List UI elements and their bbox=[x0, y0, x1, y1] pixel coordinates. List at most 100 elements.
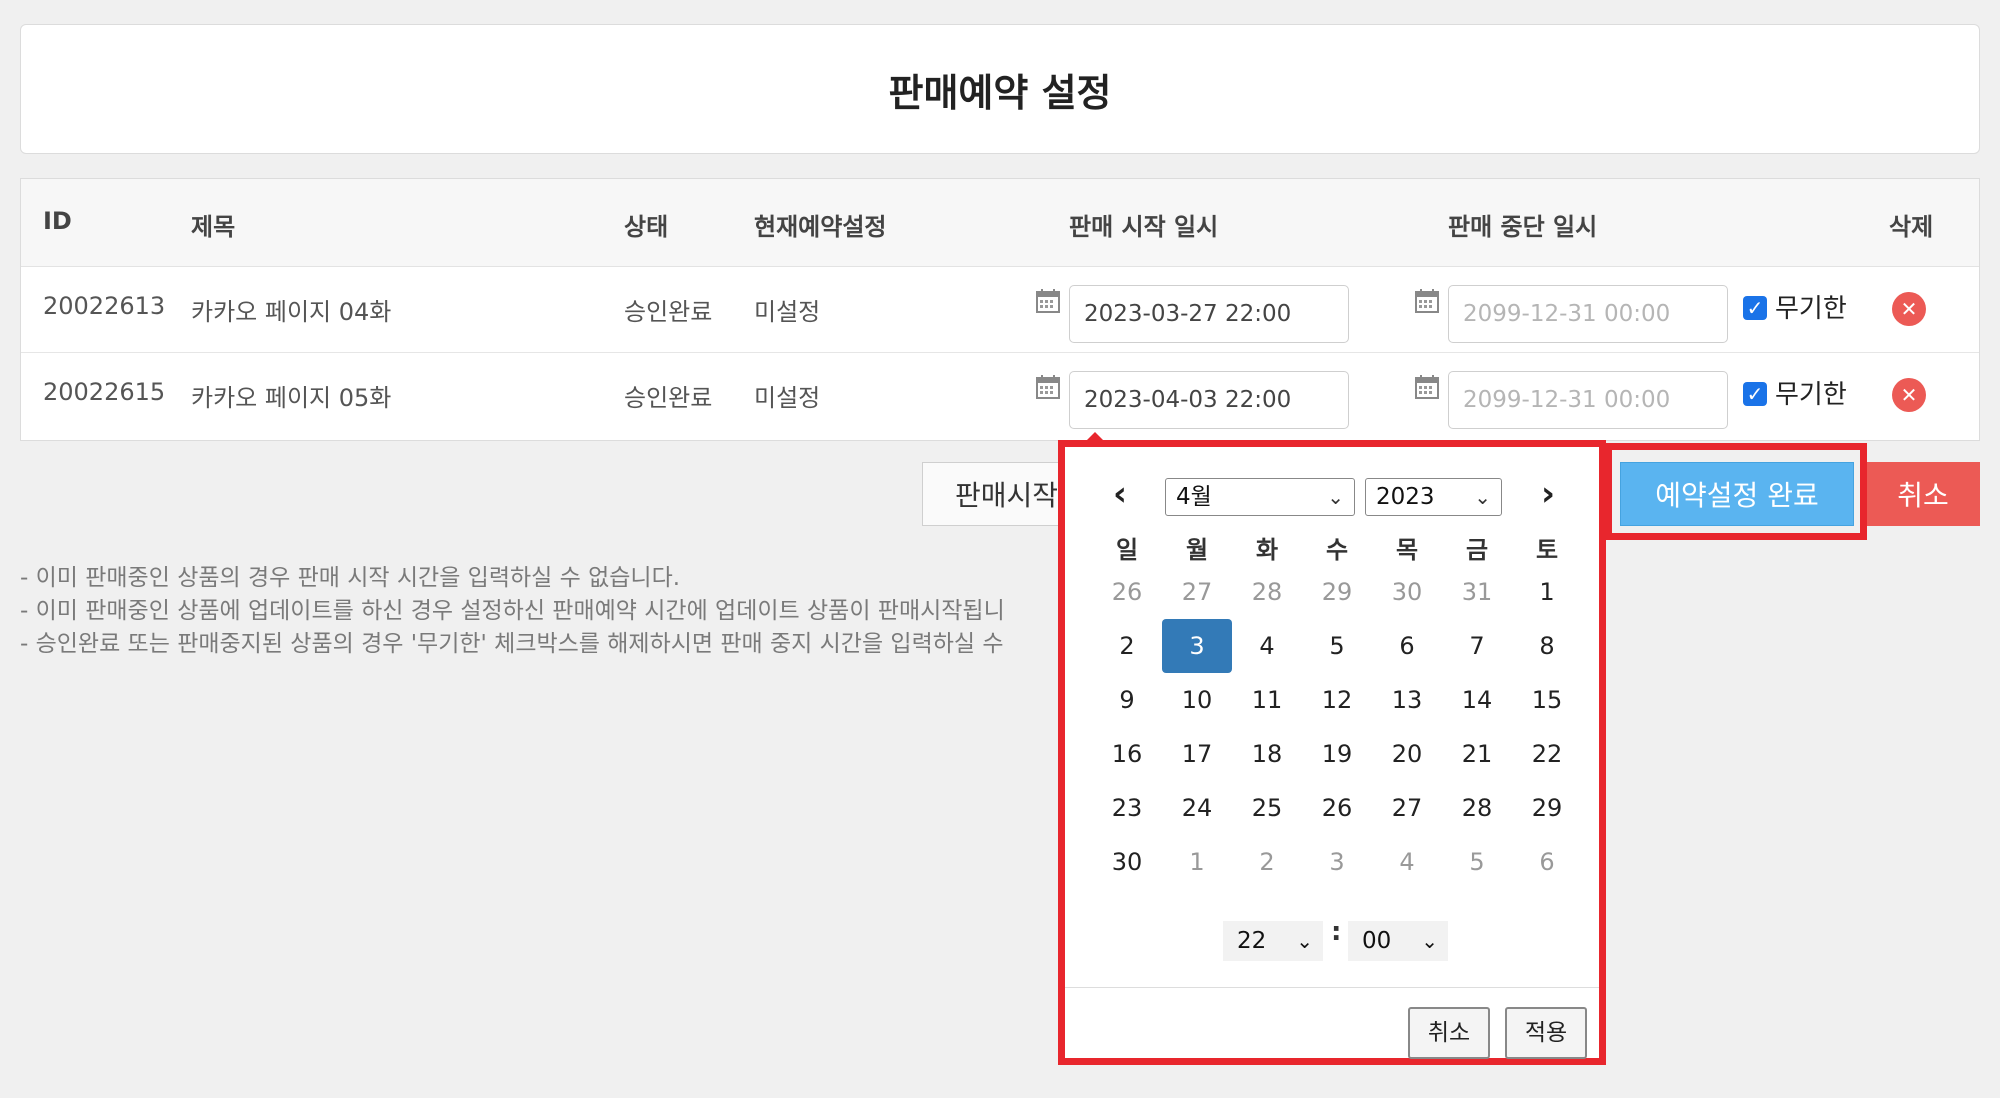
row-id: 20022615 bbox=[43, 378, 166, 406]
calendar-day-outside-month[interactable]: 2 bbox=[1232, 835, 1302, 889]
weekday-label: 금 bbox=[1465, 536, 1489, 564]
row-title: 카카오 페이지 04화 bbox=[191, 298, 392, 326]
header-title: 제목 bbox=[191, 213, 236, 241]
calendar-day[interactable]: 23 bbox=[1092, 781, 1162, 835]
calendar-day[interactable]: 28 bbox=[1442, 781, 1512, 835]
weekday-label: 수 bbox=[1325, 536, 1349, 564]
chevron-down-icon: ⌄ bbox=[1421, 929, 1438, 953]
calendar-day[interactable]: 4 bbox=[1232, 619, 1302, 673]
note-line: - 이미 판매중인 상품에 업데이트를 하신 경우 설정하신 판매예약 시간에 … bbox=[20, 598, 1005, 624]
table-header: ID 제목 상태 현재예약설정 판매 시작 일시 판매 중단 일시 삭제 bbox=[21, 179, 1979, 267]
calendar-day[interactable]: 24 bbox=[1162, 781, 1232, 835]
chevron-right-icon[interactable]: › bbox=[1541, 474, 1555, 514]
header-start: 판매 시작 일시 bbox=[1069, 213, 1219, 241]
picker-cancel-button[interactable]: 취소 bbox=[1408, 1007, 1490, 1059]
weekday-label: 일 bbox=[1115, 536, 1139, 564]
calendar-day[interactable]: 13 bbox=[1372, 673, 1442, 727]
calendar-icon[interactable] bbox=[1414, 374, 1440, 400]
calendar-day[interactable]: 9 bbox=[1092, 673, 1162, 727]
calendar-day[interactable]: 14 bbox=[1442, 673, 1512, 727]
calendar-day[interactable]: 22 bbox=[1512, 727, 1582, 781]
picker-apply-button[interactable]: 적용 bbox=[1505, 1007, 1587, 1059]
calendar-day-outside-month[interactable]: 1 bbox=[1162, 835, 1232, 889]
calendar-day[interactable]: 5 bbox=[1302, 619, 1372, 673]
cancel-button[interactable]: 취소 bbox=[1866, 462, 1980, 526]
weekday-label: 토 bbox=[1535, 536, 1559, 564]
notes: - 이미 판매중인 상품의 경우 판매 시작 시간을 입력하실 수 없습니다. … bbox=[20, 562, 1060, 661]
unlimited-checkbox[interactable]: ✓ bbox=[1743, 382, 1767, 406]
calendar-day[interactable]: 7 bbox=[1442, 619, 1512, 673]
calendar-day[interactable]: 18 bbox=[1232, 727, 1302, 781]
hour-value: 22 bbox=[1237, 928, 1267, 954]
year-select[interactable]: 2023 ⌄ bbox=[1365, 478, 1502, 516]
calendar-day-outside-month[interactable]: 26 bbox=[1092, 565, 1162, 619]
row-status: 승인완료 bbox=[624, 298, 713, 326]
stop-datetime-input[interactable]: 2099-12-31 00:00 bbox=[1448, 285, 1728, 343]
calendar-day[interactable]: 2 bbox=[1092, 619, 1162, 673]
calendar-day[interactable]: 30 bbox=[1092, 835, 1162, 889]
calendar-day[interactable]: 10 bbox=[1162, 673, 1232, 727]
calendar-day-outside-month[interactable]: 30 bbox=[1372, 565, 1442, 619]
calendar-day-outside-month[interactable]: 28 bbox=[1232, 565, 1302, 619]
calendar-day-outside-month[interactable]: 27 bbox=[1162, 565, 1232, 619]
row-title: 카카오 페이지 05화 bbox=[191, 384, 392, 412]
header-id: ID bbox=[43, 207, 72, 235]
weekday-label: 목 bbox=[1395, 536, 1419, 564]
delete-button[interactable]: ✕ bbox=[1892, 292, 1926, 326]
calendar-day[interactable]: 29 bbox=[1512, 781, 1582, 835]
calendar-day[interactable]: 27 bbox=[1372, 781, 1442, 835]
calendar-day[interactable]: 8 bbox=[1512, 619, 1582, 673]
reservation-table: ID 제목 상태 현재예약설정 판매 시작 일시 판매 중단 일시 삭제 200… bbox=[20, 178, 1980, 441]
row-current: 미설정 bbox=[754, 384, 821, 412]
calendar-day[interactable]: 1 bbox=[1512, 565, 1582, 619]
calendar-day[interactable]: 26 bbox=[1302, 781, 1372, 835]
header-delete: 삭제 bbox=[1889, 213, 1934, 241]
calendar-day-outside-month[interactable]: 5 bbox=[1442, 835, 1512, 889]
start-datetime-input[interactable]: 2023-03-27 22:00 bbox=[1069, 285, 1349, 343]
table-row: 20022615 카카오 페이지 05화 승인완료 미설정 2023-04-03… bbox=[21, 352, 1979, 438]
calendar-day-selected[interactable]: 3 bbox=[1162, 619, 1232, 673]
calendar-day[interactable]: 19 bbox=[1302, 727, 1372, 781]
month-value: 4월 bbox=[1176, 484, 1212, 510]
calendar-day-outside-month[interactable]: 31 bbox=[1442, 565, 1512, 619]
delete-button[interactable]: ✕ bbox=[1892, 378, 1926, 412]
minute-select[interactable]: 00 ⌄ bbox=[1348, 921, 1448, 961]
datepicker: ‹ 4월 ⌄ 2023 ⌄ › 일월화수목금토 26 27 28 29 30 31 1 2 3 4… bbox=[1058, 440, 1606, 1065]
header-current: 현재예약설정 bbox=[754, 213, 887, 241]
calendar-day-outside-month[interactable]: 6 bbox=[1512, 835, 1582, 889]
time-separator: : bbox=[1331, 917, 1342, 947]
page-title: 판매예약 설정 bbox=[888, 70, 1112, 115]
calendar-day[interactable]: 11 bbox=[1232, 673, 1302, 727]
calendar-icon[interactable] bbox=[1035, 288, 1061, 314]
row-current: 미설정 bbox=[754, 298, 821, 326]
page-title-panel: 판매예약 설정 bbox=[20, 24, 1980, 154]
unlimited-checkbox[interactable]: ✓ bbox=[1743, 296, 1767, 320]
calendar-icon[interactable] bbox=[1414, 288, 1440, 314]
hour-select[interactable]: 22 ⌄ bbox=[1223, 921, 1323, 961]
calendar-day[interactable]: 20 bbox=[1372, 727, 1442, 781]
table-row: 20022613 카카오 페이지 04화 승인완료 미설정 2023-03-27… bbox=[21, 266, 1979, 353]
chevron-down-icon: ⌄ bbox=[1296, 929, 1313, 953]
calendar-day[interactable]: 25 bbox=[1232, 781, 1302, 835]
calendar-day[interactable]: 12 bbox=[1302, 673, 1372, 727]
calendar-day[interactable]: 15 bbox=[1512, 673, 1582, 727]
chevron-left-icon[interactable]: ‹ bbox=[1113, 474, 1127, 514]
start-datetime-input[interactable]: 2023-04-03 22:00 bbox=[1069, 371, 1349, 429]
row-status: 승인완료 bbox=[624, 384, 713, 412]
stop-datetime-input[interactable]: 2099-12-31 00:00 bbox=[1448, 371, 1728, 429]
weekday-label: 화 bbox=[1255, 536, 1279, 564]
calendar-icon[interactable] bbox=[1035, 374, 1061, 400]
row-id: 20022613 bbox=[43, 292, 166, 320]
calendar-day[interactable]: 16 bbox=[1092, 727, 1162, 781]
calendar-day-outside-month[interactable]: 4 bbox=[1372, 835, 1442, 889]
minute-value: 00 bbox=[1362, 928, 1392, 954]
weekday-label: 월 bbox=[1185, 536, 1209, 564]
header-stop: 판매 중단 일시 bbox=[1448, 213, 1598, 241]
calendar-day[interactable]: 6 bbox=[1372, 619, 1442, 673]
calendar-day-outside-month[interactable]: 3 bbox=[1302, 835, 1372, 889]
month-select[interactable]: 4월 ⌄ bbox=[1165, 478, 1355, 516]
calendar-day[interactable]: 21 bbox=[1442, 727, 1512, 781]
unlimited-label: 무기한 bbox=[1775, 294, 1847, 324]
calendar-day[interactable]: 17 bbox=[1162, 727, 1232, 781]
calendar-day-outside-month[interactable]: 29 bbox=[1302, 565, 1372, 619]
